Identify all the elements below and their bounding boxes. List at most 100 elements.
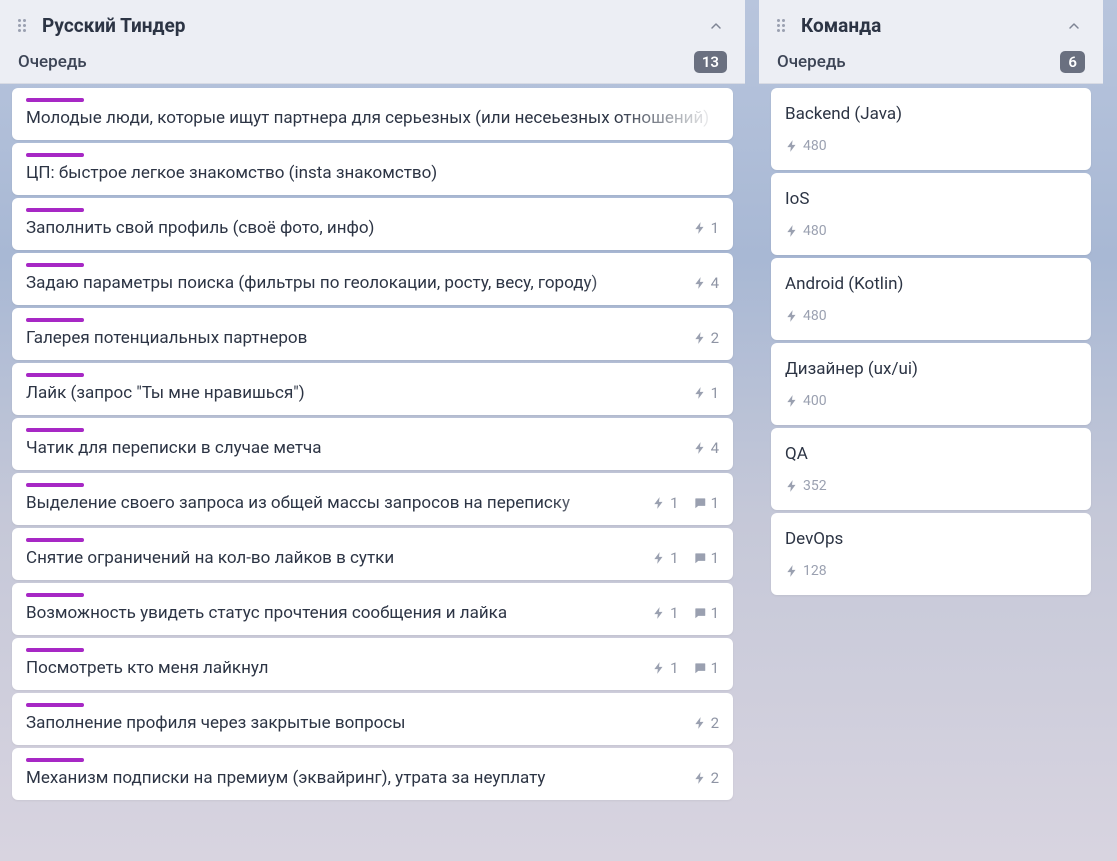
card-body-row: Молодые люди, которые ищут партнера для … bbox=[26, 108, 719, 128]
chevron-up-icon bbox=[1066, 18, 1082, 34]
task-card[interactable]: Механизм подписки на премиум (эквайринг)… bbox=[12, 748, 733, 800]
effort-value: 4 bbox=[711, 439, 719, 457]
task-card[interactable]: Выделение своего запроса из общей массы … bbox=[12, 473, 733, 525]
effort-value: 2 bbox=[711, 769, 719, 787]
color-tag[interactable] bbox=[26, 98, 84, 102]
color-tag[interactable] bbox=[26, 483, 84, 487]
card-body-row: Задаю параметры поиска (фильтры по геоло… bbox=[26, 273, 719, 293]
board-column-team: Команда Очередь 6 Backend (Java)480IoS48… bbox=[759, 0, 1103, 861]
card-body-row: Посмотреть кто меня лайкнул11 bbox=[26, 658, 719, 678]
color-tag[interactable] bbox=[26, 373, 84, 377]
queue-label[interactable]: Очередь bbox=[777, 52, 846, 72]
comment-badge: 1 bbox=[693, 604, 719, 622]
column-title-row: Команда bbox=[777, 14, 1085, 37]
task-card[interactable]: Посмотреть кто меня лайкнул11 bbox=[12, 638, 733, 690]
color-tag[interactable] bbox=[26, 758, 84, 762]
card-title: Молодые люди, которые ищут партнера для … bbox=[26, 108, 719, 128]
color-tag[interactable] bbox=[26, 263, 84, 267]
card-meta: 11 bbox=[652, 549, 719, 567]
color-tag[interactable] bbox=[26, 318, 84, 322]
task-card[interactable]: Галерея потенциальных партнеров2 bbox=[12, 308, 733, 360]
effort-badge: 352 bbox=[785, 478, 827, 494]
task-card[interactable]: Возможность увидеть статус прочтения соо… bbox=[12, 583, 733, 635]
team-card[interactable]: Дизайнер (ux/ui) 400 bbox=[771, 343, 1091, 425]
comment-count: 1 bbox=[711, 659, 719, 677]
effort-badge: 1 bbox=[652, 659, 678, 677]
card-title: Возможность увидеть статус прочтения соо… bbox=[26, 603, 640, 623]
color-tag[interactable] bbox=[26, 648, 84, 652]
effort-badge: 4 bbox=[693, 274, 719, 292]
bolt-icon bbox=[693, 441, 707, 455]
column-title-row: Русский Тиндер bbox=[18, 14, 727, 37]
color-tag[interactable] bbox=[26, 208, 84, 212]
collapse-button[interactable] bbox=[705, 15, 727, 37]
effort-value: 1 bbox=[670, 604, 678, 622]
effort-badge: 480 bbox=[785, 138, 827, 154]
color-tag[interactable] bbox=[26, 153, 84, 157]
task-card[interactable]: Заполнить свой профиль (своё фото, инфо)… bbox=[12, 198, 733, 250]
comment-badge: 1 bbox=[693, 659, 719, 677]
color-tag[interactable] bbox=[26, 703, 84, 707]
comment-icon bbox=[693, 551, 707, 565]
effort-badge: 4 bbox=[693, 439, 719, 457]
card-title: Посмотреть кто меня лайкнул bbox=[26, 658, 640, 678]
task-card[interactable]: Лайк (запрос "Ты мне нравишься")1 bbox=[12, 363, 733, 415]
drag-handle-icon[interactable] bbox=[18, 19, 32, 32]
bolt-icon bbox=[693, 771, 707, 785]
column-title[interactable]: Русский Тиндер bbox=[42, 14, 695, 37]
card-body-row: Выделение своего запроса из общей массы … bbox=[26, 493, 719, 513]
effort-value: 2 bbox=[711, 329, 719, 347]
bolt-icon bbox=[652, 551, 666, 565]
team-card[interactable]: Backend (Java)480 bbox=[771, 88, 1091, 170]
task-card[interactable]: Чатик для переписки в случае метча4 bbox=[12, 418, 733, 470]
card-meta: 2 bbox=[693, 769, 719, 787]
effort-badge: 2 bbox=[693, 714, 719, 732]
effort-badge: 2 bbox=[693, 769, 719, 787]
card-meta: 11 bbox=[652, 659, 719, 677]
color-tag[interactable] bbox=[26, 593, 84, 597]
card-body-row: Заполнение профиля через закрытые вопрос… bbox=[26, 713, 719, 733]
bolt-icon bbox=[785, 394, 799, 408]
team-card[interactable]: Android (Kotlin) 480 bbox=[771, 258, 1091, 340]
task-card[interactable]: Заполнение профиля через закрытые вопрос… bbox=[12, 693, 733, 745]
card-title: Дизайнер (ux/ui) bbox=[785, 359, 1077, 379]
team-card[interactable]: QA 352 bbox=[771, 428, 1091, 510]
color-tag[interactable] bbox=[26, 428, 84, 432]
effort-value: 4 bbox=[711, 274, 719, 292]
effort-value: 480 bbox=[803, 138, 827, 154]
comment-icon bbox=[693, 661, 707, 675]
effort-badge: 1 bbox=[652, 604, 678, 622]
bolt-icon bbox=[785, 224, 799, 238]
card-title: Android (Kotlin) bbox=[785, 274, 1077, 294]
card-title: ЦП: быстрое легкое знакомство (insta зна… bbox=[26, 163, 719, 183]
cards-list-left[interactable]: Молодые люди, которые ищут партнера для … bbox=[0, 84, 745, 861]
bolt-icon bbox=[693, 331, 707, 345]
card-body-row: Лайк (запрос "Ты мне нравишься")1 bbox=[26, 383, 719, 403]
cards-list-right[interactable]: Backend (Java)480IoS480 Android (Kotlin) 4… bbox=[759, 84, 1103, 861]
effort-badge: 480 bbox=[785, 308, 827, 324]
effort-badge: 400 bbox=[785, 393, 827, 409]
color-tag[interactable] bbox=[26, 538, 84, 542]
team-card[interactable]: IoS480 bbox=[771, 173, 1091, 255]
card-title: QA bbox=[785, 444, 1077, 464]
card-meta: 4 bbox=[693, 439, 719, 457]
collapse-button[interactable] bbox=[1063, 15, 1085, 37]
bolt-icon bbox=[652, 661, 666, 675]
card-title: Лайк (запрос "Ты мне нравишься") bbox=[26, 383, 681, 403]
team-card[interactable]: DevOps128 bbox=[771, 513, 1091, 595]
task-card[interactable]: Снятие ограничений на кол-во лайков в су… bbox=[12, 528, 733, 580]
effort-value: 480 bbox=[803, 223, 827, 239]
bolt-icon bbox=[693, 386, 707, 400]
board-column-tinder: Русский Тиндер Очередь 13 Молодые люди, … bbox=[0, 0, 745, 861]
comment-icon bbox=[693, 606, 707, 620]
task-card[interactable]: Задаю параметры поиска (фильтры по геоло… bbox=[12, 253, 733, 305]
column-title[interactable]: Команда bbox=[801, 14, 1053, 37]
comment-icon bbox=[693, 496, 707, 510]
task-card[interactable]: Молодые люди, которые ищут партнера для … bbox=[12, 88, 733, 140]
queue-label[interactable]: Очередь bbox=[18, 52, 87, 72]
card-meta: 480 bbox=[785, 308, 1077, 324]
drag-handle-icon[interactable] bbox=[777, 19, 791, 32]
comment-badge: 1 bbox=[693, 549, 719, 567]
task-card[interactable]: ЦП: быстрое легкое знакомство (insta зна… bbox=[12, 143, 733, 195]
card-body-row: Заполнить свой профиль (своё фото, инфо)… bbox=[26, 218, 719, 238]
